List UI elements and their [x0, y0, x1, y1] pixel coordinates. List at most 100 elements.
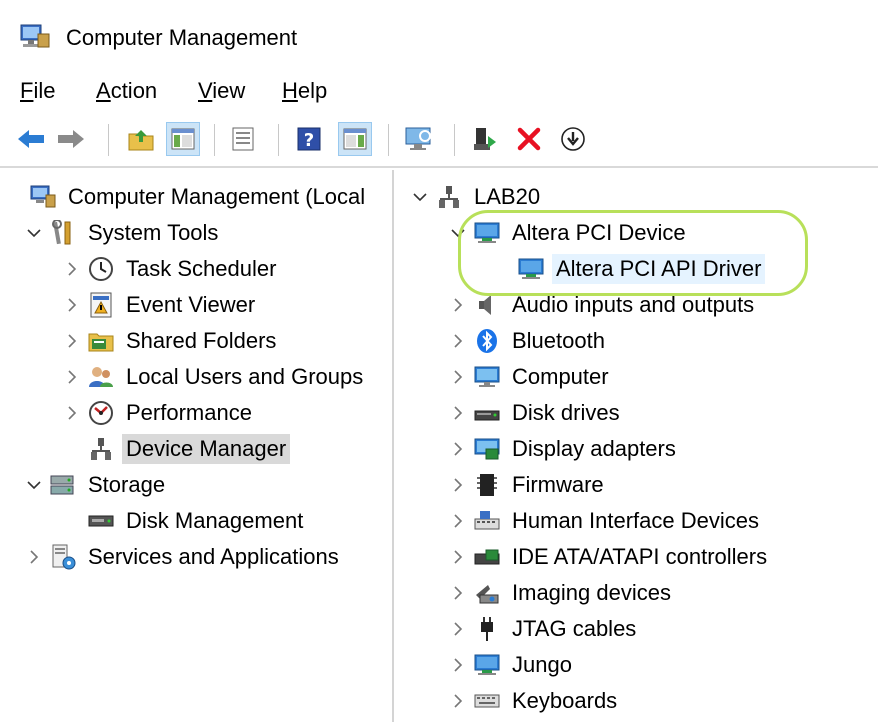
- menu-help[interactable]: Help: [282, 76, 327, 106]
- chevron-right-icon[interactable]: [448, 619, 468, 639]
- device-category-jungo[interactable]: Jungo: [448, 648, 576, 682]
- device-category-bluetooth[interactable]: Bluetooth: [448, 324, 609, 358]
- chevron-right-icon[interactable]: [448, 331, 468, 351]
- tree-item-device-manager[interactable]: Device Manager: [62, 432, 291, 466]
- chevron-right-icon[interactable]: [62, 295, 82, 315]
- chevron-right-icon[interactable]: [448, 511, 468, 531]
- menu-file[interactable]: File: [20, 76, 55, 106]
- clock-icon: [88, 256, 114, 282]
- device-category-label: JTAG cables: [512, 616, 637, 641]
- hid-icon: [474, 508, 500, 534]
- device-category-label: IDE ATA/ATAPI controllers: [512, 544, 768, 569]
- device-category-label: Altera PCI Device: [512, 220, 686, 245]
- tree-item-storage[interactable]: Storage: [24, 468, 169, 502]
- chevron-right-icon[interactable]: [448, 655, 468, 675]
- firmware-icon: [474, 472, 500, 498]
- chevron-right-icon[interactable]: [448, 691, 468, 711]
- chevron-right-icon[interactable]: [24, 547, 44, 567]
- tree-item-computer-management[interactable]: Computer Management (Local: [4, 180, 369, 214]
- menu-help-accel: H: [282, 78, 298, 103]
- tree-item-performance[interactable]: Performance: [62, 396, 256, 430]
- speaker-icon: [474, 292, 500, 318]
- toolbar-separator: [388, 124, 389, 156]
- tree-item-local-users-groups[interactable]: Local Users and Groups: [62, 360, 367, 394]
- tree-item-disk-management[interactable]: Disk Management: [62, 504, 307, 538]
- chevron-down-icon[interactable]: [24, 475, 44, 495]
- chevron-right-icon[interactable]: [62, 259, 82, 279]
- tree-item-label: Local Users and Groups: [126, 364, 364, 389]
- jtag-icon: [474, 616, 500, 642]
- monitor-icon: [405, 126, 433, 152]
- device-item-altera-pci-api-driver[interactable]: Altera PCI API Driver: [492, 252, 766, 286]
- chevron-down-icon[interactable]: [448, 223, 468, 243]
- users-icon: [88, 364, 114, 390]
- computer-management-icon: [20, 24, 50, 50]
- chevron-right-icon[interactable]: [62, 367, 82, 387]
- menu-view-accel: V: [198, 78, 213, 103]
- tree-item-event-viewer[interactable]: Event Viewer: [62, 288, 259, 322]
- chevron-down-icon[interactable]: [24, 223, 44, 243]
- up-level-button[interactable]: [124, 122, 158, 156]
- menu-help-rest: elp: [297, 78, 328, 103]
- tree-item-shared-folders[interactable]: Shared Folders: [62, 324, 280, 358]
- device-category-altera-pci-device[interactable]: Altera PCI Device: [448, 216, 690, 250]
- device-tree[interactable]: LAB20 Altera PCI Device Altera PCI API D…: [396, 170, 878, 722]
- menu-action[interactable]: Action: [96, 76, 157, 106]
- disk-drive-icon: [474, 400, 500, 426]
- tree-item-system-tools[interactable]: System Tools: [24, 216, 222, 250]
- uninstall-icon: [517, 127, 541, 151]
- event-viewer-icon: [88, 292, 114, 318]
- tree-item-label: Performance: [126, 400, 252, 425]
- device-category-keyboards[interactable]: Keyboards: [448, 684, 621, 718]
- device-root-lab20[interactable]: LAB20: [410, 180, 544, 214]
- forward-button[interactable]: [54, 122, 88, 156]
- show-hide-console-tree-button[interactable]: [166, 122, 200, 156]
- menu-view[interactable]: View: [198, 76, 245, 106]
- device-category-jtag[interactable]: JTAG cables: [448, 612, 640, 646]
- install-device-button[interactable]: [556, 122, 590, 156]
- ide-controller-icon: [474, 544, 500, 570]
- chevron-right-icon[interactable]: [448, 439, 468, 459]
- chevron-right-icon[interactable]: [62, 403, 82, 423]
- device-category-label: Jungo: [512, 652, 572, 677]
- tree-item-label: Task Scheduler: [126, 256, 277, 281]
- tree-expander: [4, 187, 24, 207]
- uninstall-device-button[interactable]: [512, 122, 546, 156]
- device-category-computer[interactable]: Computer: [448, 360, 613, 394]
- device-category-imaging[interactable]: Imaging devices: [448, 576, 675, 610]
- device-category-display-adapters[interactable]: Display adapters: [448, 432, 680, 466]
- chevron-right-icon[interactable]: [448, 403, 468, 423]
- chevron-right-icon[interactable]: [448, 295, 468, 315]
- tree-item-task-scheduler[interactable]: Task Scheduler: [62, 252, 280, 286]
- show-hide-action-pane-button[interactable]: [338, 122, 372, 156]
- update-driver-button[interactable]: [468, 122, 502, 156]
- performance-icon: [88, 400, 114, 426]
- camera-icon: [474, 580, 500, 606]
- device-category-disk-drives[interactable]: Disk drives: [448, 396, 624, 430]
- svg-text:?: ?: [304, 130, 314, 151]
- chevron-right-icon[interactable]: [448, 547, 468, 567]
- help-icon: ?: [297, 127, 321, 151]
- chevron-down-icon[interactable]: [410, 187, 430, 207]
- console-tree[interactable]: Computer Management (Local System Tools …: [0, 170, 394, 722]
- tree-item-services-applications[interactable]: Services and Applications: [24, 540, 343, 574]
- tree-item-label: Services and Applications: [88, 544, 339, 569]
- chevron-right-icon[interactable]: [448, 583, 468, 603]
- chevron-right-icon[interactable]: [62, 331, 82, 351]
- update-driver-icon: [472, 126, 498, 152]
- tree-item-label: System Tools: [88, 220, 219, 245]
- device-category-hid[interactable]: Human Interface Devices: [448, 504, 763, 538]
- chevron-right-icon[interactable]: [448, 475, 468, 495]
- device-category-ide[interactable]: IDE ATA/ATAPI controllers: [448, 540, 771, 574]
- scan-hardware-button[interactable]: [402, 122, 436, 156]
- toolbar: ?: [0, 112, 878, 168]
- tree-expander: [62, 511, 82, 531]
- device-category-audio[interactable]: Audio inputs and outputs: [448, 288, 758, 322]
- properties-button[interactable]: [226, 122, 260, 156]
- help-button[interactable]: ?: [292, 122, 326, 156]
- shared-folder-icon: [88, 328, 114, 354]
- device-category-firmware[interactable]: Firmware: [448, 468, 608, 502]
- chevron-right-icon[interactable]: [448, 367, 468, 387]
- back-button[interactable]: [14, 122, 48, 156]
- device-category-label: Bluetooth: [512, 328, 605, 353]
